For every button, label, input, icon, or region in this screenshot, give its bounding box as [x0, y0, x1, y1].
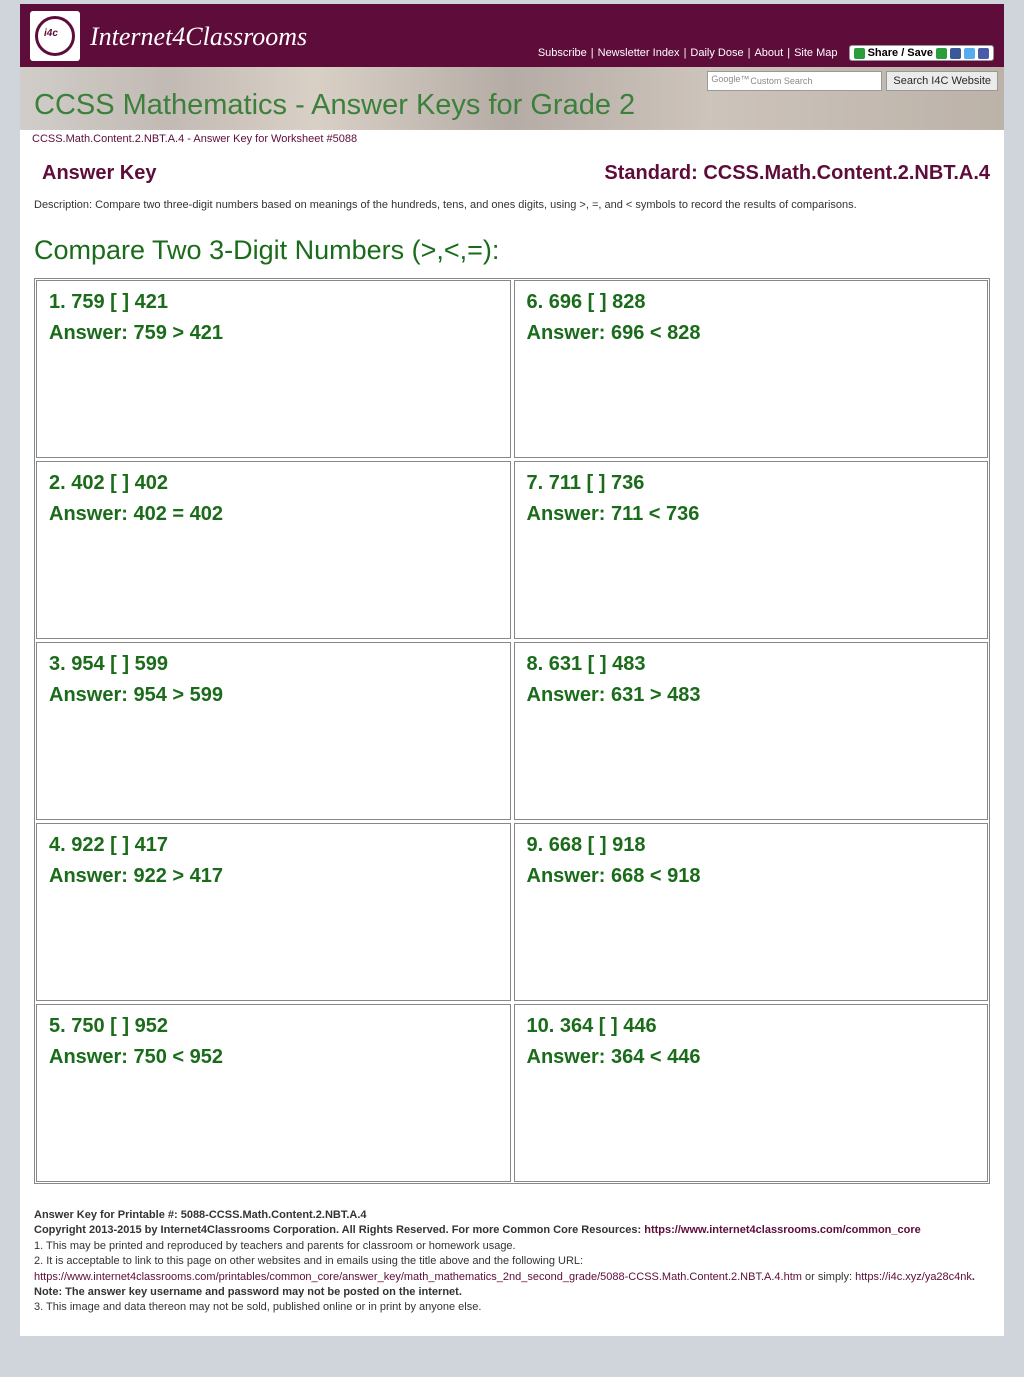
footer-notes: Answer Key for Printable #: 5088-CCSS.Ma…	[20, 1198, 1004, 1336]
problem-cell: 10. 364 [ ] 446 Answer: 364 < 446	[514, 1004, 989, 1182]
section-heading: Compare Two 3-Digit Numbers (>,<,=):	[34, 235, 990, 266]
search-row: Google™ Search I4C Website	[707, 71, 998, 91]
problem-cell: 1. 759 [ ] 421 Answer: 759 > 421	[36, 280, 511, 458]
question-text: 9. 668 [ ] 918	[527, 834, 976, 857]
question-text: 6. 696 [ ] 828	[527, 291, 976, 314]
logo[interactable]	[30, 11, 80, 61]
i4c-logo-icon	[35, 16, 75, 56]
standard-heading: Standard: CCSS.Math.Content.2.NBT.A.4	[604, 162, 990, 185]
banner: Google™ Search I4C Website CCSS Mathemat…	[20, 67, 1004, 130]
question-text: 7. 711 [ ] 736	[527, 472, 976, 495]
footer-line-1: Answer Key for Printable #: 5088-CCSS.Ma…	[34, 1208, 990, 1223]
share-fb-icon	[936, 48, 947, 59]
answer-text: Answer: 402 = 402	[49, 503, 498, 526]
footer-line-5: https://www.internet4classrooms.com/prin…	[34, 1270, 990, 1301]
search-input[interactable]	[707, 71, 882, 91]
link-short-url[interactable]: https://i4c.xyz/ya28c4nk	[855, 1271, 972, 1283]
share-fb2-icon	[950, 48, 961, 59]
problem-cell: 6. 696 [ ] 828 Answer: 696 < 828	[514, 280, 989, 458]
answer-key-heading: Answer Key	[42, 162, 157, 185]
footer-line-6: 3. This image and data thereon may not b…	[34, 1300, 990, 1315]
share-more-icon	[978, 48, 989, 59]
answer-text: Answer: 750 < 952	[49, 1046, 498, 1069]
top-nav-links: Subscribe| Newsletter Index| Daily Dose|…	[538, 45, 994, 61]
link-common-core[interactable]: https://www.internet4classrooms.com/comm…	[644, 1224, 921, 1236]
answer-text: Answer: 631 > 483	[527, 684, 976, 707]
question-text: 8. 631 [ ] 483	[527, 653, 976, 676]
footer-line-4: 2. It is acceptable to link to this page…	[34, 1254, 990, 1269]
question-text: 5. 750 [ ] 952	[49, 1015, 498, 1038]
header-bar: Internet4Classrooms Subscribe| Newslette…	[20, 4, 1004, 67]
footer-mid: or simply:	[802, 1271, 855, 1283]
link-subscribe[interactable]: Subscribe	[538, 47, 587, 59]
content-area: Answer Key Standard: CCSS.Math.Content.2…	[20, 148, 1004, 1198]
description-text: Description: Compare two three-digit num…	[34, 199, 990, 211]
copyright-text: Copyright 2013-2015 by Internet4Classroo…	[34, 1224, 644, 1236]
question-text: 1. 759 [ ] 421	[49, 291, 498, 314]
link-newsletter[interactable]: Newsletter Index	[598, 47, 680, 59]
share-tw-icon	[964, 48, 975, 59]
answer-text: Answer: 668 < 918	[527, 865, 976, 888]
footer-line-3: 1. This may be printed and reproduced by…	[34, 1239, 990, 1254]
problem-cell: 9. 668 [ ] 918 Answer: 668 < 918	[514, 823, 989, 1001]
site-name: Internet4Classrooms	[90, 22, 307, 52]
link-daily-dose[interactable]: Daily Dose	[690, 47, 743, 59]
answer-text: Answer: 696 < 828	[527, 322, 976, 345]
page-title: CCSS Mathematics - Answer Keys for Grade…	[34, 89, 635, 122]
problems-grid: 1. 759 [ ] 421 Answer: 759 > 421 6. 696 …	[34, 278, 990, 1184]
answer-text: Answer: 922 > 417	[49, 865, 498, 888]
footer-line-2: Copyright 2013-2015 by Internet4Classroo…	[34, 1223, 990, 1238]
link-site-map[interactable]: Site Map	[794, 47, 837, 59]
page-wrapper: Internet4Classrooms Subscribe| Newslette…	[20, 4, 1004, 1336]
problem-cell: 2. 402 [ ] 402 Answer: 402 = 402	[36, 461, 511, 639]
question-text: 10. 364 [ ] 446	[527, 1015, 976, 1038]
breadcrumb: CCSS.Math.Content.2.NBT.A.4 - Answer Key…	[20, 130, 1004, 148]
problem-cell: 8. 631 [ ] 483 Answer: 631 > 483	[514, 642, 989, 820]
link-full-url[interactable]: https://www.internet4classrooms.com/prin…	[34, 1271, 802, 1283]
problem-cell: 4. 922 [ ] 417 Answer: 922 > 417	[36, 823, 511, 1001]
share-label: Share / Save	[868, 47, 933, 59]
problem-cell: 5. 750 [ ] 952 Answer: 750 < 952	[36, 1004, 511, 1182]
answer-text: Answer: 364 < 446	[527, 1046, 976, 1069]
question-text: 4. 922 [ ] 417	[49, 834, 498, 857]
heading-row: Answer Key Standard: CCSS.Math.Content.2…	[34, 162, 990, 185]
answer-text: Answer: 759 > 421	[49, 322, 498, 345]
problem-cell: 7. 711 [ ] 736 Answer: 711 < 736	[514, 461, 989, 639]
share-icon	[854, 48, 865, 59]
problem-cell: 3. 954 [ ] 599 Answer: 954 > 599	[36, 642, 511, 820]
question-text: 3. 954 [ ] 599	[49, 653, 498, 676]
share-save-button[interactable]: Share / Save	[849, 45, 994, 61]
answer-text: Answer: 711 < 736	[527, 503, 976, 526]
answer-text: Answer: 954 > 599	[49, 684, 498, 707]
search-button[interactable]: Search I4C Website	[886, 71, 998, 91]
question-text: 2. 402 [ ] 402	[49, 472, 498, 495]
link-about[interactable]: About	[754, 47, 783, 59]
